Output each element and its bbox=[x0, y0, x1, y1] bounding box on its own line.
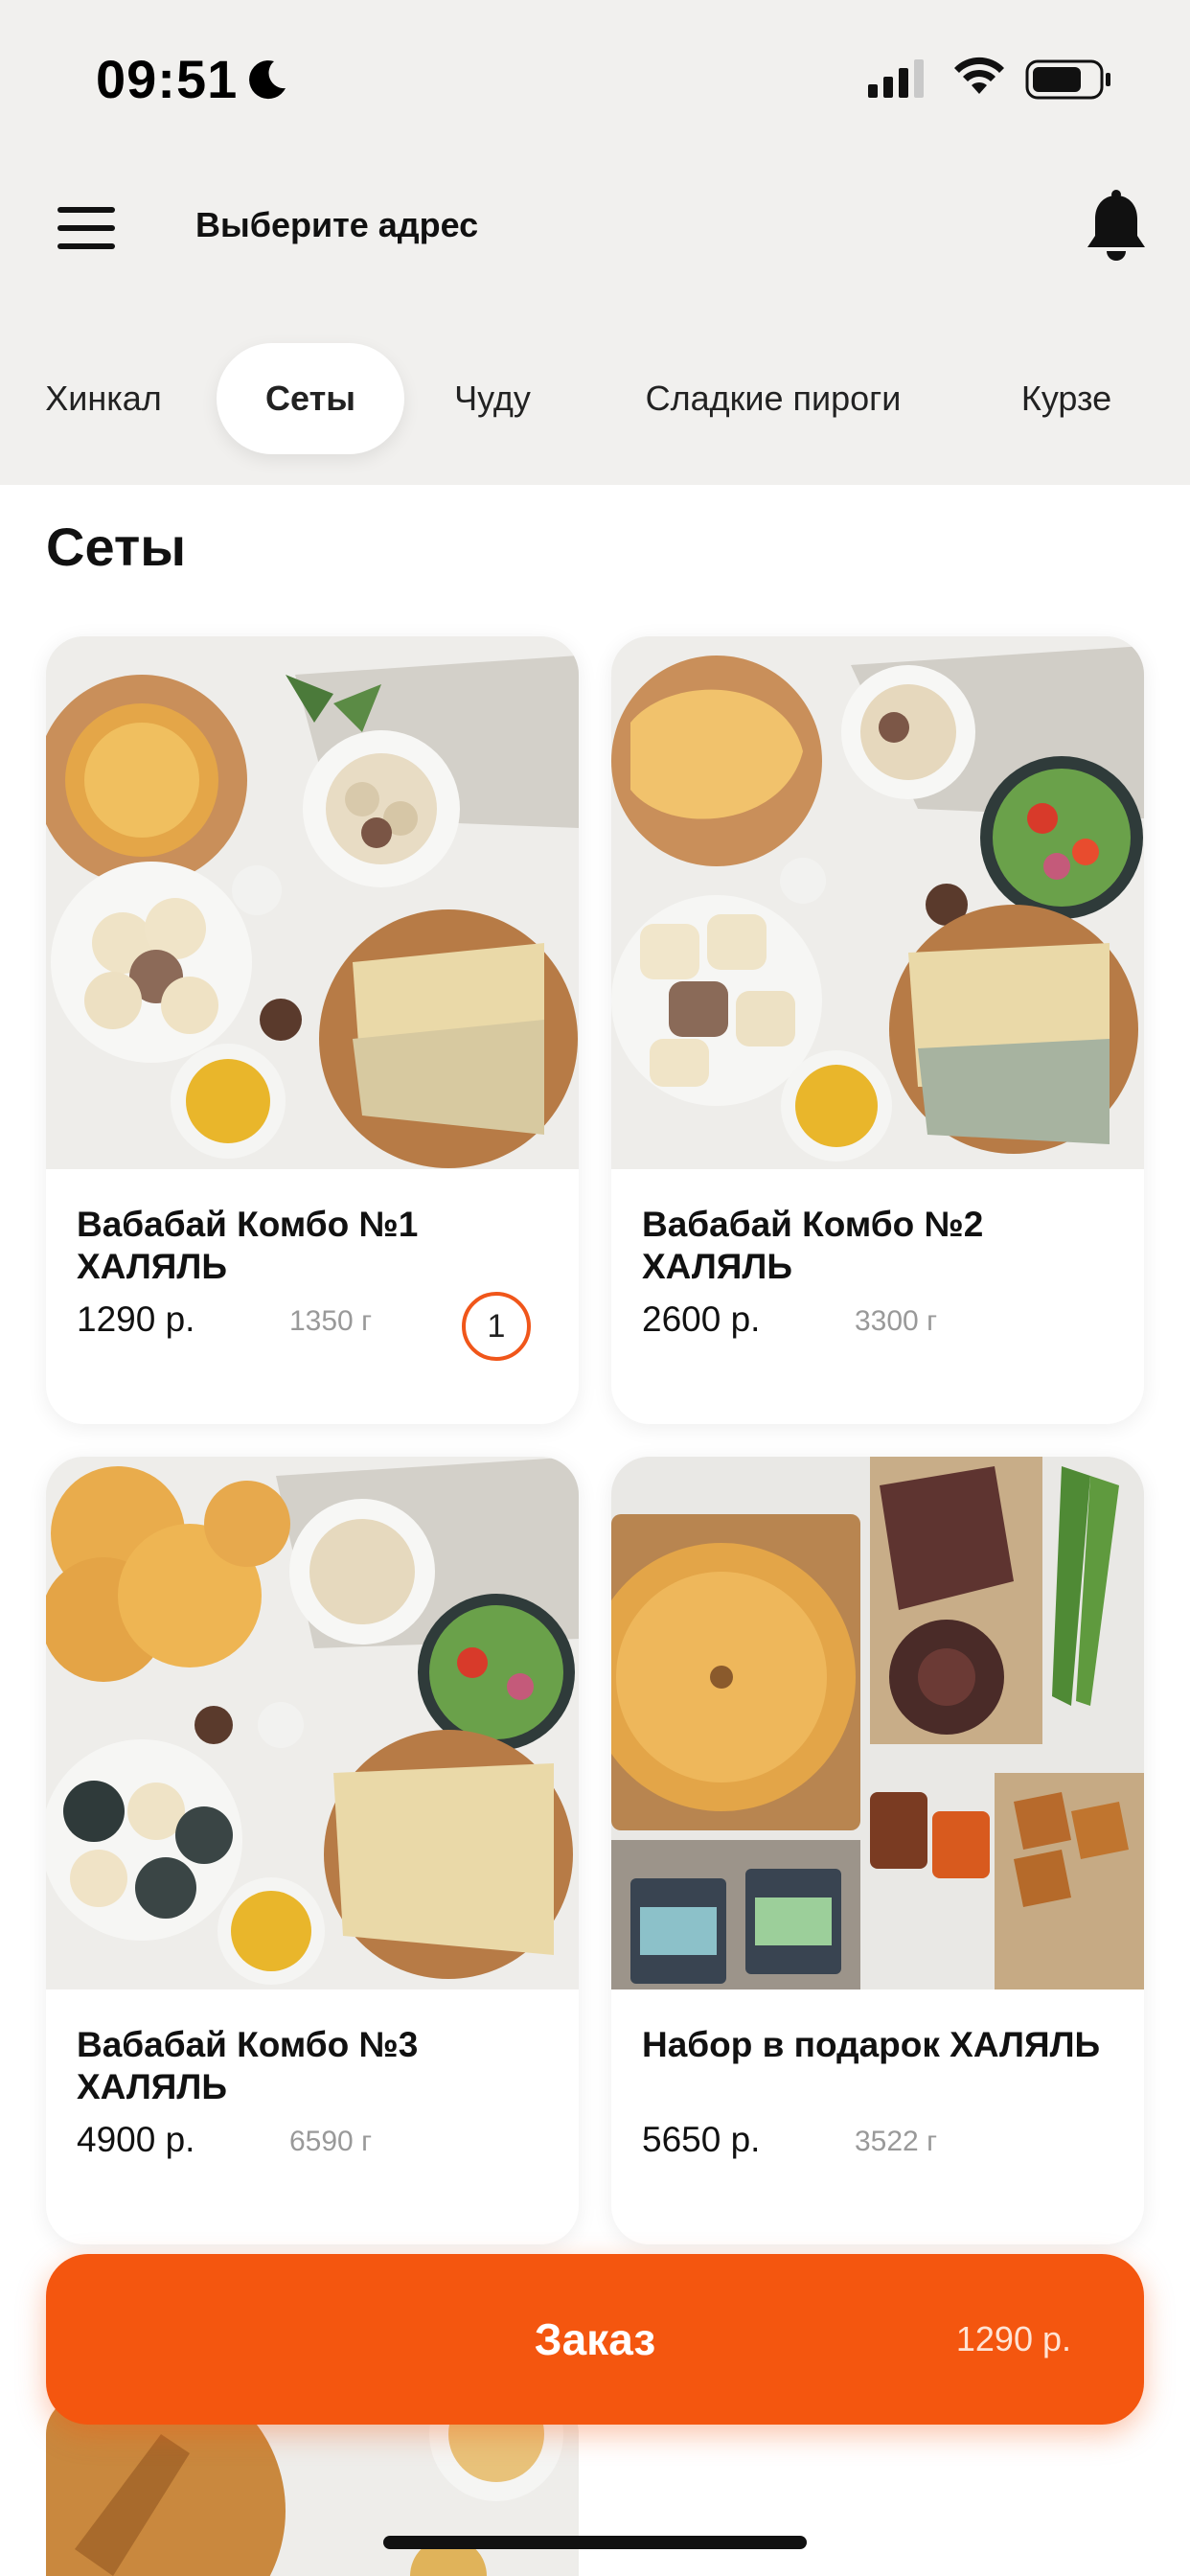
product-name: Вабабай Комбо №1 ХАЛЯЛЬ bbox=[77, 1205, 419, 1286]
product-weight: 3300 г bbox=[855, 1305, 938, 1337]
product-photo bbox=[611, 636, 1144, 1169]
product-price: 5650 р. bbox=[642, 2120, 761, 2159]
product-name: Набор в подарок ХАЛЯЛЬ bbox=[642, 2025, 1101, 2064]
product-price: 4900 р. bbox=[77, 2120, 195, 2159]
order-button[interactable]: Заказ 1290 р. bbox=[46, 2254, 1144, 2425]
bell-icon[interactable] bbox=[1083, 190, 1150, 264]
product-card[interactable]: Вабабай Комбо №2 ХАЛЯЛЬ 2600 р. 3300 г bbox=[611, 636, 1144, 1424]
product-card[interactable]: Вабабай Комбо №3 ХАЛЯЛЬ 4900 р. 6590 г bbox=[46, 1457, 579, 2244]
quantity-badge[interactable]: 1 bbox=[462, 1292, 531, 1361]
home-indicator[interactable] bbox=[383, 2536, 807, 2549]
product-card[interactable]: Вабабай Комбо №1 ХАЛЯЛЬ 1290 р. 1350 г 1 bbox=[46, 636, 579, 1424]
moon-icon bbox=[249, 60, 286, 100]
wifi-icon bbox=[954, 57, 1004, 94]
product-weight: 3522 г bbox=[855, 2126, 938, 2157]
product-name: Вабабай Комбо №3 ХАЛЯЛЬ bbox=[77, 2025, 419, 2106]
product-photo bbox=[46, 1457, 579, 1990]
status-time: 09:51 bbox=[96, 49, 239, 109]
product-photo bbox=[611, 1457, 1144, 1990]
menu-icon[interactable] bbox=[57, 207, 115, 249]
product-card[interactable]: Набор в подарок ХАЛЯЛЬ 5650 р. 3522 г bbox=[611, 1457, 1144, 2244]
product-weight: 1350 г bbox=[289, 1305, 373, 1337]
order-total: 1290 р. bbox=[955, 2319, 1071, 2358]
product-weight: 6590 г bbox=[289, 2126, 373, 2157]
tab-sweet-pies[interactable]: Сладкие пироги bbox=[623, 343, 924, 454]
tab-chudu[interactable]: Чуду bbox=[439, 343, 546, 454]
product-price: 2600 р. bbox=[642, 1300, 761, 1339]
tab-kurze[interactable]: Курзе bbox=[1006, 343, 1127, 454]
section-title: Сеты bbox=[46, 517, 187, 577]
product-name: Вабабай Комбо №2 ХАЛЯЛЬ bbox=[642, 1205, 984, 1286]
product-photo bbox=[46, 636, 579, 1169]
category-tabs: Хинкал Сеты Чуду Сладкие пироги Курзе bbox=[0, 343, 1190, 454]
tab-sets[interactable]: Сеты bbox=[217, 343, 404, 454]
product-price: 1290 р. bbox=[77, 1300, 195, 1339]
battery-icon bbox=[1025, 59, 1110, 100]
address-selector[interactable]: Выберите адрес bbox=[195, 205, 478, 245]
tab-khinkal[interactable]: Хинкал bbox=[29, 343, 178, 454]
signal-icon bbox=[868, 59, 924, 98]
